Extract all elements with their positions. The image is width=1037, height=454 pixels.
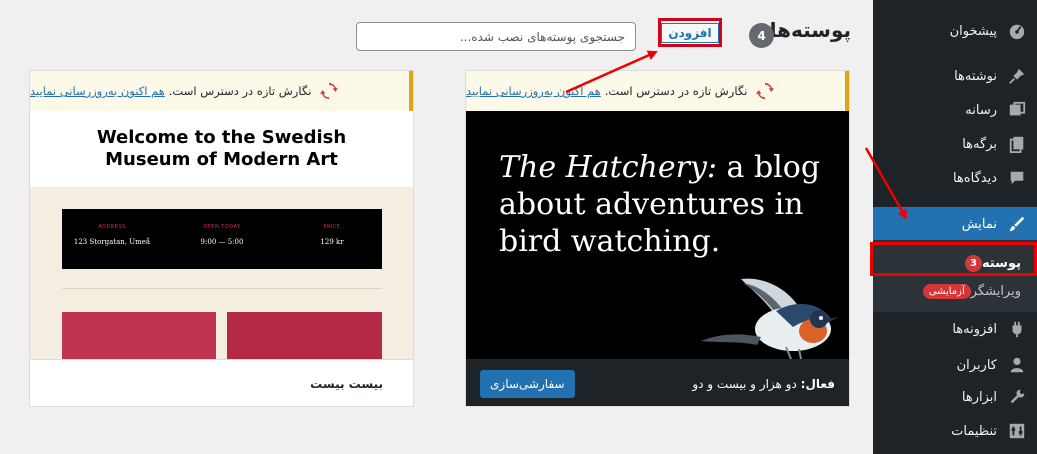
sidebar-item-pages[interactable]: برگه‌ها xyxy=(873,127,1037,161)
sidebar-item-settings[interactable]: تنظیمات xyxy=(873,414,1037,448)
info-value: 123 Storgatan, Umeå xyxy=(73,238,151,246)
update-notice-text: نگارش تازه در دسترس است. xyxy=(168,84,312,98)
theme-card[interactable]: نگارش تازه در دسترس است. هم اکنون به‌روز… xyxy=(29,70,414,407)
update-notice: نگارش تازه در دسترس است. هم اکنون به‌روز… xyxy=(30,71,413,111)
preview-info-bar: ADDRESS 123 Storgatan, Umeå OPEN TODAY 9… xyxy=(62,209,382,269)
pages-icon xyxy=(1007,134,1027,154)
pin-icon xyxy=(1007,66,1027,86)
sidebar-item-appearance[interactable]: نمایش xyxy=(873,207,1037,241)
info-hours: OPEN TODAY 9:00 — 5:00 xyxy=(172,224,272,246)
submenu-item-label: ویرایشگر xyxy=(970,283,1021,299)
info-key: OPEN TODAY xyxy=(203,224,241,230)
sidebar-item-label: تنظیمات xyxy=(951,423,997,439)
plugins-icon xyxy=(1007,319,1027,339)
sidebar-item-label: افزونه‌ها xyxy=(952,321,997,337)
sidebar-item-label: نوشته‌ها xyxy=(954,68,997,84)
theme-screenshot: The Hatchery: a blog about adventures in… xyxy=(466,111,849,359)
theme-card-active[interactable]: نگارش تازه در دسترس است. هم اکنون به‌روز… xyxy=(465,70,850,407)
theme-count-badge: 4 xyxy=(749,23,774,48)
sidebar-item-plugins[interactable]: افزونه‌ها xyxy=(873,312,1037,346)
customize-button[interactable]: سفارشی‌سازی xyxy=(480,369,575,398)
submenu-item-editor[interactable]: آزمایشی ویرایشگر xyxy=(873,277,1037,305)
sidebar-item-tools[interactable]: ابزارها xyxy=(873,380,1037,414)
users-icon xyxy=(1007,355,1027,375)
page-title: پوسته‌ها xyxy=(769,18,851,42)
preview-image xyxy=(227,312,382,359)
update-notice: نگارش تازه در دسترس است. هم اکنون به‌روز… xyxy=(466,71,849,111)
sidebar-item-label: کاربران xyxy=(956,357,997,373)
preview-title-italic: The Hatchery: xyxy=(499,150,717,185)
dashboard-icon xyxy=(1007,21,1027,41)
preview-title: The Hatchery: a blog about adventures in… xyxy=(499,149,829,260)
sidebar-item-label: ابزارها xyxy=(961,389,997,405)
info-key: PRICE xyxy=(323,224,341,230)
sidebar-item-posts[interactable]: نوشته‌ها xyxy=(873,59,1037,93)
beta-badge: آزمایشی xyxy=(922,283,971,299)
add-theme-label: افزودن xyxy=(661,22,719,43)
sidebar-item-label: برگه‌ها xyxy=(962,136,997,152)
sidebar-item-media[interactable]: رسانه xyxy=(873,93,1037,127)
info-value: 129 kr xyxy=(320,238,344,246)
info-address: ADDRESS 123 Storgatan, Umeå xyxy=(62,224,162,246)
sidebar-item-label: نمایش xyxy=(961,216,997,232)
add-theme-button[interactable]: افزودن xyxy=(658,18,722,47)
tools-icon xyxy=(1007,387,1027,407)
sidebar-item-label: دیدگاه‌ها xyxy=(952,170,997,186)
preview-heading: Welcome to the Swedish Museum of Modern … xyxy=(30,111,413,187)
admin-sidebar: پیشخوان نوشته‌ها رسانه برگه‌ها دیدگاه‌ها… xyxy=(873,0,1037,454)
active-prefix: فعال: xyxy=(800,376,835,391)
theme-screenshot: Welcome to the Swedish Museum of Modern … xyxy=(30,111,413,359)
update-now-link[interactable]: هم اکنون به‌روزرسانی نمایید xyxy=(466,84,601,98)
update-icon xyxy=(319,81,339,101)
info-key: ADDRESS xyxy=(98,224,126,230)
bird-illustration xyxy=(701,278,839,359)
settings-icon xyxy=(1007,421,1027,441)
brush-icon xyxy=(1007,214,1027,234)
update-notice-text: نگارش تازه در دسترس است. xyxy=(604,84,748,98)
media-icon xyxy=(1007,100,1027,120)
themes-highlight-box xyxy=(870,242,1037,276)
theme-footer: سفارشی‌سازی فعال: دو هزار و بیست و دو xyxy=(466,359,849,406)
sidebar-item-label: رسانه xyxy=(965,102,997,118)
preview-image xyxy=(62,312,216,359)
info-price: PRICE 129 kr xyxy=(282,224,382,246)
comments-icon xyxy=(1007,168,1027,188)
active-theme-title: دو هزار و بیست و دو xyxy=(692,376,797,391)
sidebar-item-dashboard[interactable]: پیشخوان xyxy=(873,14,1037,48)
theme-name: بیست بیست xyxy=(30,359,413,406)
sidebar-item-label: پیشخوان xyxy=(949,23,997,39)
sidebar-item-comments[interactable]: دیدگاه‌ها xyxy=(873,161,1037,195)
active-theme-name: فعال: دو هزار و بیست و دو xyxy=(692,377,835,391)
sidebar-item-users[interactable]: کاربران xyxy=(873,348,1037,382)
info-value: 9:00 — 5:00 xyxy=(200,238,244,246)
update-icon xyxy=(755,81,775,101)
preview-divider xyxy=(62,288,382,289)
update-now-link[interactable]: هم اکنون به‌روزرسانی نمایید xyxy=(30,84,165,98)
search-themes-input[interactable] xyxy=(356,22,636,51)
